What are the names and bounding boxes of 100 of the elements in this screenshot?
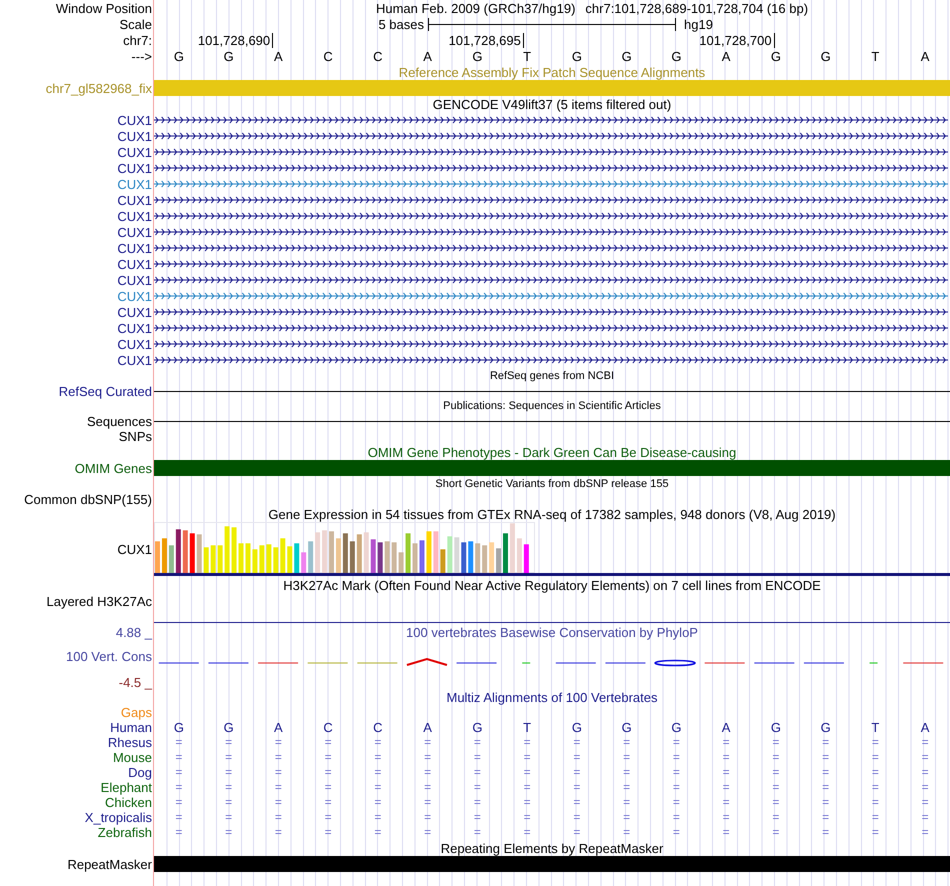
alignment-base: = — [572, 825, 582, 840]
alignment-base: = — [622, 795, 632, 810]
alignment-base: = — [920, 825, 930, 840]
alignment-base: = — [274, 810, 283, 825]
alignment-base: = — [423, 810, 432, 825]
species-label: Human — [110, 720, 152, 735]
base-letter: C — [322, 48, 334, 64]
track-label: chr7_gl582968_fix — [46, 80, 152, 96]
alignment-base: = — [920, 765, 930, 780]
base-letter: A — [422, 48, 433, 64]
gene-label: CUX1 — [117, 192, 152, 208]
alignment-base: = — [722, 825, 731, 840]
alignment-base: = — [821, 780, 830, 795]
species-label: Zebrafish — [98, 825, 152, 840]
scale-text: 5 bases — [378, 16, 425, 32]
gene-label: CUX1 — [117, 542, 152, 556]
alignment-base: = — [672, 795, 681, 810]
track-title: Publications: Sequences in Scientific Articles — [443, 398, 661, 414]
alignment-base: = — [423, 795, 432, 810]
alignment-base: = — [522, 825, 532, 840]
alignment-base: = — [224, 810, 234, 825]
species-label: Chicken — [105, 795, 152, 810]
alignment-base: = — [522, 735, 532, 750]
alignment-base: = — [324, 750, 333, 765]
alignment-base: = — [522, 765, 532, 780]
alignment-base: = — [920, 780, 930, 795]
alignment-base: = — [472, 825, 482, 840]
alignment-base: = — [423, 750, 432, 765]
alignment-base: = — [373, 780, 382, 795]
axis-max-label: 4.88 _ — [116, 624, 152, 640]
alignment-base: = — [324, 795, 333, 810]
alignment-base: = — [870, 735, 880, 750]
alignment-base: = — [672, 780, 681, 795]
alignment-base: = — [274, 765, 283, 780]
alignment-base: = — [324, 825, 333, 840]
alignment-base: = — [324, 765, 333, 780]
alignment-base: = — [771, 795, 780, 810]
alignment-base: A — [920, 720, 930, 735]
alignment-base: = — [423, 765, 432, 780]
alignment-base: = — [324, 780, 333, 795]
base-letter: G — [620, 48, 633, 64]
alignment-base: = — [472, 735, 482, 750]
alignment-base: = — [821, 795, 830, 810]
alignment-base: = — [870, 765, 880, 780]
alignment-base: = — [771, 765, 780, 780]
alignment-base: = — [722, 765, 731, 780]
alignment-base: = — [224, 765, 234, 780]
alignment-base: = — [920, 735, 930, 750]
track-label: 100 Vert. Cons — [66, 649, 152, 664]
species-label: Mouse — [112, 750, 152, 765]
alignment-base: = — [174, 825, 184, 840]
assembly-label: hg19 — [683, 16, 714, 32]
track-title: RefSeq genes from NCBI — [490, 368, 614, 384]
base-letter: G — [222, 48, 235, 64]
base-letter: G — [670, 48, 682, 64]
alignment-base: G — [570, 720, 583, 735]
alignment-base: = — [423, 780, 432, 795]
alignment-base: G — [471, 720, 484, 735]
alignment-base: = — [821, 765, 830, 780]
track-title: Reference Assembly Fix Patch Sequence Alignments — [398, 64, 706, 80]
alignment-base: = — [324, 810, 333, 825]
alignment-base: = — [174, 735, 184, 750]
track-title: GENCODE V49lift37 (5 items filtered out) — [432, 96, 672, 112]
alignment-base: = — [870, 750, 880, 765]
alignment-base: = — [522, 780, 532, 795]
track-title: OMIM Gene Phenotypes - Dark Green Can Be Disease-causing — [368, 444, 736, 460]
track-label: OMIM Genes — [74, 460, 152, 476]
alignment-base: = — [522, 795, 532, 810]
alignment-base: = — [174, 750, 184, 765]
position-text: chr7:101,728,689-101,728,704 (16 bp) — [585, 0, 808, 16]
ruler-position-label: 101,728,700 — [699, 32, 775, 48]
alignment-base: A — [720, 720, 732, 735]
alignment-base: = — [672, 825, 681, 840]
track-title: 100 vertebrates Basewise Conservation by PhyloP — [406, 624, 698, 640]
gene-label: CUX1 — [117, 112, 152, 128]
track-label: RefSeq Curated — [58, 384, 152, 398]
alignment-base: = — [572, 765, 582, 780]
alignment-base: = — [771, 750, 780, 765]
alignment-base: = — [920, 795, 930, 810]
alignment-base: A — [273, 720, 284, 735]
alignment-base: = — [722, 780, 731, 795]
alignment-base: = — [472, 780, 482, 795]
alignment-base: = — [174, 780, 184, 795]
base-letter: G — [570, 48, 583, 64]
alignment-base: = — [373, 735, 382, 750]
alignment-base: = — [572, 810, 582, 825]
gene-label: CUX1 — [117, 160, 152, 176]
ruler-position-label: 101,728,695 — [448, 32, 524, 48]
alignment-base: = — [572, 780, 582, 795]
base-letter: T — [522, 48, 532, 64]
alignment-base: = — [920, 810, 930, 825]
gene-label: CUX1 — [117, 224, 152, 240]
alignment-base: = — [572, 735, 582, 750]
alignment-base: A — [422, 720, 433, 735]
alignment-base: = — [274, 825, 283, 840]
alignment-base: = — [622, 810, 632, 825]
alignment-base: = — [672, 765, 681, 780]
alignment-base: T — [870, 720, 880, 735]
alignment-base: = — [722, 810, 731, 825]
alignment-base: = — [472, 765, 482, 780]
